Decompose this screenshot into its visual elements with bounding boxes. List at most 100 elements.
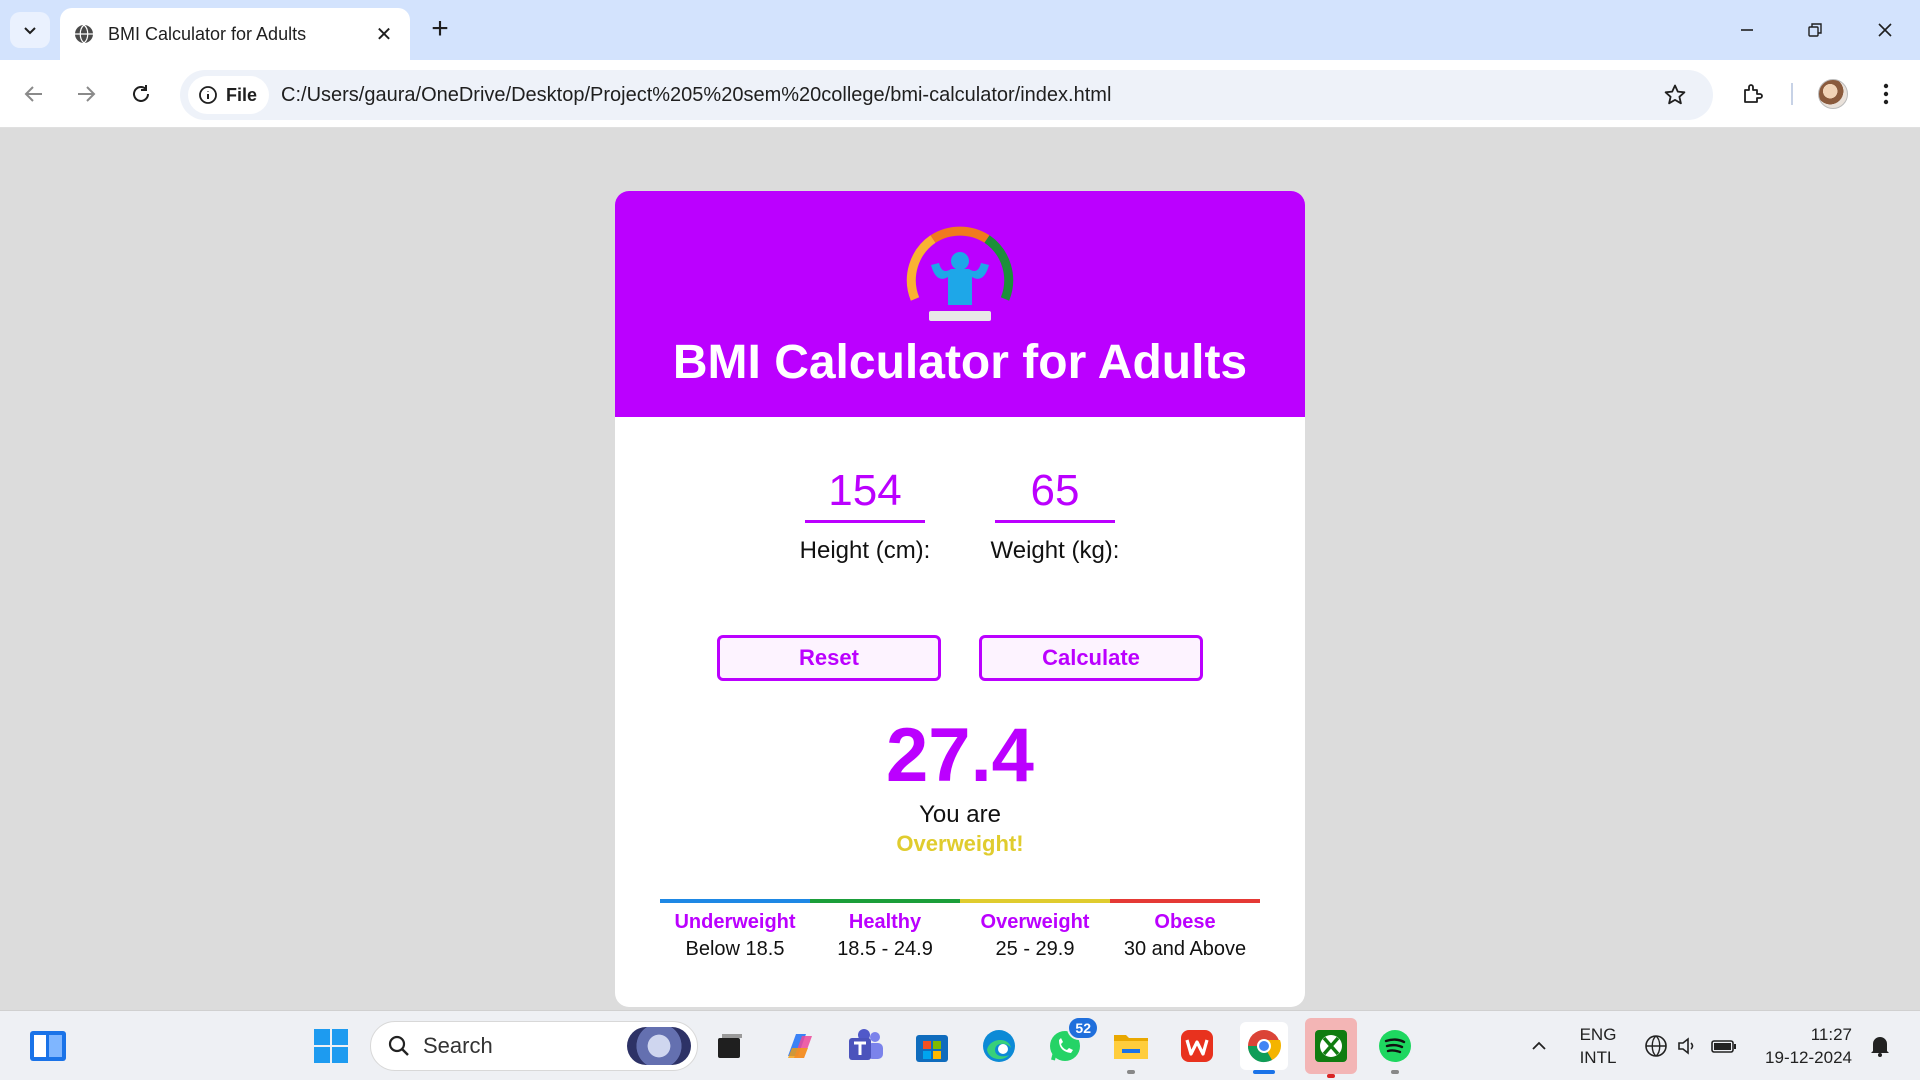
teams-button[interactable] (842, 1022, 890, 1070)
avatar (1818, 79, 1848, 109)
weight-input[interactable]: 65 (995, 465, 1115, 523)
extensions-button[interactable] (1733, 74, 1773, 114)
scale-range: 25 - 29.9 (995, 938, 1075, 960)
star-icon (1664, 84, 1686, 105)
restore-icon (1808, 23, 1822, 37)
forward-arrow-icon (78, 86, 96, 102)
close-window-button[interactable] (1860, 10, 1910, 50)
puzzle-icon (1744, 84, 1763, 103)
input-language-indicator[interactable]: ENG INTL (1578, 1023, 1618, 1069)
button-row: Reset Calculate (615, 635, 1305, 681)
widgets-icon (30, 1031, 66, 1061)
site-info-chip[interactable]: File (188, 76, 270, 114)
wps-office-button[interactable] (1173, 1022, 1221, 1070)
system-clock[interactable]: 11:27 19-12-2024 (1756, 1023, 1852, 1069)
close-tab-icon[interactable]: ✕ (372, 22, 396, 47)
windows-logo-icon (314, 1029, 348, 1063)
page-title: BMI Calculator for Adults (672, 336, 1248, 389)
toolbar-separator (1791, 83, 1793, 105)
chevron-down-icon (24, 27, 36, 35)
copilot-icon (788, 1034, 812, 1058)
globe-icon (75, 24, 93, 44)
start-button[interactable] (307, 1022, 355, 1070)
bmi-logo-icon (906, 226, 1014, 321)
xbox-button[interactable] (1305, 1018, 1357, 1078)
widgets-button[interactable] (24, 1022, 72, 1070)
calculate-button[interactable]: Calculate (979, 635, 1203, 681)
running-indicator (1327, 1074, 1335, 1078)
xbox-icon (1315, 1030, 1347, 1062)
chrome-icon (1247, 1030, 1282, 1063)
spotify-icon (1379, 1030, 1411, 1062)
scale-category: Overweight (980, 911, 1090, 933)
scale-category: Healthy (848, 911, 922, 933)
show-hidden-icons-button[interactable] (1515, 1022, 1563, 1070)
bookmark-star-button[interactable] (1655, 75, 1695, 115)
weight-field: 65 Weight (kg): (991, 465, 1120, 565)
height-field: 154 Height (cm): (800, 465, 931, 565)
notifications-button[interactable] (1862, 1022, 1898, 1070)
whatsapp-button[interactable]: 52 (1041, 1016, 1099, 1070)
url-text: C:/Users/gaura/OneDrive/Desktop/Project%… (281, 83, 1112, 106)
input-row: 154 Height (cm): 65 Weight (kg): (615, 465, 1305, 565)
copilot-button[interactable] (776, 1022, 824, 1070)
reload-button[interactable] (121, 74, 161, 114)
result-prefix: You are (919, 801, 1001, 828)
browser-menu-button[interactable] (1866, 74, 1906, 114)
restore-button[interactable] (1790, 10, 1840, 50)
close-icon (1878, 23, 1892, 37)
chrome-button[interactable] (1240, 1022, 1288, 1074)
search-placeholder: Search (423, 1033, 493, 1058)
language-code: ENG (1579, 1025, 1617, 1044)
task-view-button[interactable] (706, 1022, 754, 1070)
browser-toolbar: File C:/Users/gaura/OneDrive/Desktop/Pro… (0, 60, 1920, 128)
clock-date: 19-12-2024 (1765, 1048, 1852, 1067)
spotify-button[interactable] (1371, 1022, 1419, 1074)
scale-range: Below 18.5 (685, 938, 785, 960)
tab-search-button[interactable] (10, 12, 50, 48)
weight-label: Weight (kg): (990, 537, 1120, 564)
scale-bar-underweight (660, 899, 810, 903)
wps-icon (1181, 1030, 1213, 1062)
running-indicator (1127, 1070, 1135, 1074)
chevron-up-icon (1532, 1041, 1546, 1050)
back-arrow-icon (24, 86, 42, 102)
battery-icon (1711, 1040, 1736, 1053)
scale-underweight: Underweight Below 18.5 (660, 899, 810, 961)
scale-range: 30 and Above (1123, 938, 1247, 960)
microsoft-store-button[interactable] (908, 1022, 956, 1070)
scale-bar-overweight (960, 899, 1110, 903)
edge-button[interactable] (975, 1022, 1023, 1070)
bmi-result-value: 27.4 (886, 713, 1034, 798)
forward-button[interactable] (66, 74, 106, 114)
site-chip-label: File (226, 84, 258, 105)
file-explorer-button[interactable] (1107, 1022, 1155, 1074)
network-globe-icon (1645, 1035, 1667, 1057)
result-status: Overweight! (896, 831, 1024, 856)
taskbar-search[interactable]: Search (370, 1021, 698, 1071)
scale-overweight: Overweight 25 - 29.9 (960, 899, 1110, 961)
back-button[interactable] (14, 74, 54, 114)
quick-settings-button[interactable] (1636, 1022, 1746, 1070)
browser-tab[interactable]: BMI Calculator for Adults ✕ (60, 8, 410, 60)
minimize-button[interactable] (1722, 10, 1772, 50)
scale-bar-healthy (810, 899, 960, 903)
card-header: BMI Calculator for Adults (615, 191, 1305, 417)
profile-button[interactable] (1813, 74, 1853, 114)
reset-button[interactable]: Reset (717, 635, 941, 681)
new-tab-button[interactable]: + (422, 12, 458, 48)
bmi-calculator-card: BMI Calculator for Adults 154 Height (cm… (615, 191, 1305, 1007)
running-indicator (1253, 1070, 1275, 1074)
address-bar[interactable]: File C:/Users/gaura/OneDrive/Desktop/Pro… (180, 70, 1713, 120)
scale-healthy: Healthy 18.5 - 24.9 (810, 899, 960, 961)
keyboard-layout: INTL (1579, 1048, 1617, 1067)
reload-icon (133, 85, 149, 102)
bmi-scale: Underweight Below 18.5 Healthy 18.5 - 24… (660, 899, 1260, 961)
scale-category: Obese (1154, 911, 1216, 933)
height-input[interactable]: 154 (805, 465, 925, 523)
info-icon (199, 86, 217, 104)
height-label: Height (cm): (799, 537, 931, 564)
edge-icon (983, 1030, 1015, 1062)
clock-time: 11:27 (1810, 1025, 1852, 1044)
running-indicator (1391, 1070, 1399, 1074)
